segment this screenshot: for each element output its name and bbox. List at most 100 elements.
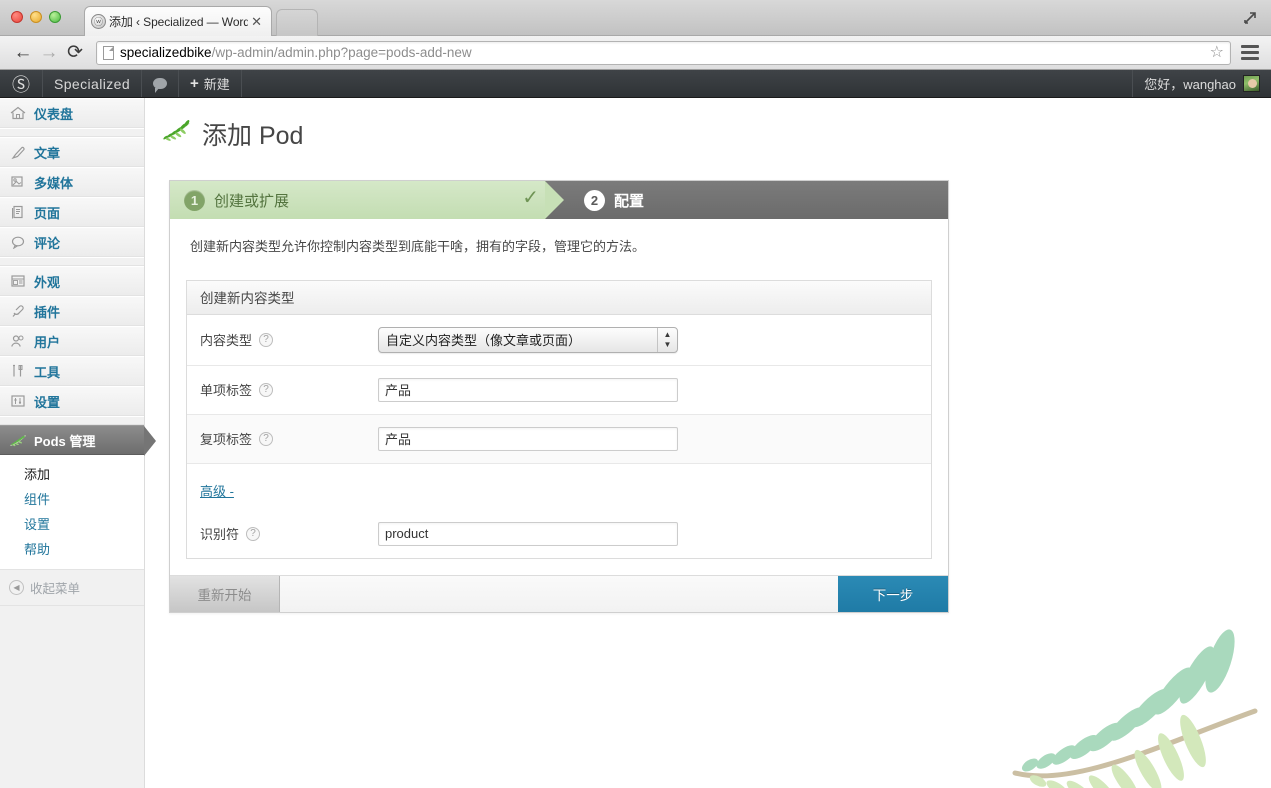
sidebar-divider (0, 257, 144, 266)
collapse-menu-label: 收起菜单 (30, 582, 81, 596)
sidebar-item-comments[interactable]: 评论 (0, 227, 144, 257)
sidebar-item-appearance[interactable]: 外观 (0, 266, 144, 296)
adminbar-comments[interactable] (142, 70, 179, 97)
restart-button[interactable]: 重新开始 (170, 575, 280, 612)
adminbar-new-label: 新建 (203, 77, 230, 92)
adminbar-site-name[interactable]: Specialized (43, 70, 142, 97)
plugins-icon (8, 302, 28, 320)
wizard-step-2[interactable]: 2 配置 (545, 181, 948, 219)
next-button[interactable]: 下一步 (838, 575, 948, 612)
main-content: 添加 Pod 1 创建或扩展 ✓ 2 配置 创建新内容类型允许你控制内容类型到底… (145, 98, 1271, 788)
new-tab-button[interactable] (276, 9, 318, 36)
footer-spacer (280, 576, 838, 612)
pods-leaf-icon (161, 119, 191, 149)
browser-tab[interactable]: ⓦ 添加 ‹ Specialized — WordP ✕ (84, 6, 272, 36)
browser-tabstrip: ⓦ 添加 ‹ Specialized — WordP ✕ (0, 0, 1271, 36)
comment-bubble-icon (153, 78, 167, 93)
forward-icon[interactable]: → (36, 40, 62, 66)
sidebar-item-label: 多媒体 (34, 175, 74, 191)
fullscreen-icon[interactable] (1241, 9, 1259, 27)
sidebar-subitem-components[interactable]: 组件 (0, 486, 144, 511)
page-title-text: 添加 Pod (202, 122, 304, 150)
sidebar-item-media[interactable]: 多媒体 (0, 167, 144, 197)
browser-menu-icon[interactable] (1239, 45, 1261, 60)
wordpress-logo-icon[interactable]: Ⓢ (0, 70, 43, 97)
browser-toolbar: ← → ⟳ specializedbike /wp-admin/admin.ph… (0, 36, 1271, 70)
wordpress-favicon: ⓦ (91, 14, 106, 29)
sidebar-item-dashboard[interactable]: 仪表盘 (0, 98, 144, 128)
url-host: specializedbike (120, 45, 212, 60)
maximize-window-button[interactable] (49, 11, 61, 23)
sidebar-divider (0, 128, 144, 137)
close-window-button[interactable] (11, 11, 23, 23)
page-title: 添加 Pod (161, 112, 1271, 160)
sidebar-item-label: 设置 (34, 394, 61, 410)
field-row-singular-label: 单项标签 ? 产品 (187, 366, 931, 415)
sidebar-item-tools[interactable]: 工具 (0, 356, 144, 386)
step-number: 2 (584, 189, 605, 211)
bookmark-star-icon[interactable]: ☆ (1210, 44, 1224, 61)
field-row-content-type: 内容类型 ? 自定义内容类型（像文章或页面） ▲ ▼ (187, 315, 931, 366)
wp-admin-bar: Ⓢ Specialized + 新建 您好，wanghao (0, 70, 1271, 98)
pages-icon (8, 203, 28, 221)
posts-icon (8, 143, 28, 161)
comments-icon (8, 233, 28, 251)
users-icon (8, 332, 28, 350)
sidebar-item-plugins[interactable]: 插件 (0, 296, 144, 326)
avatar (1243, 75, 1260, 92)
help-icon[interactable]: ? (259, 431, 274, 446)
collapse-menu-button[interactable]: ◀ 收起菜单 (0, 570, 144, 606)
sidebar-item-settings[interactable]: 设置 (0, 386, 144, 416)
sidebar-subitem-settings[interactable]: 设置 (0, 511, 144, 536)
sidebar-item-pods[interactable]: Pods 管理 (0, 425, 156, 456)
content-type-select[interactable]: 自定义内容类型（像文章或页面） ▲ ▼ (378, 326, 678, 353)
advanced-toggle-link[interactable]: 高级 - (200, 481, 234, 500)
sidebar-item-users[interactable]: 用户 (0, 326, 144, 356)
sidebar-item-label: Pods 管理 (34, 433, 96, 449)
wizard-footer: 重新开始 下一步 (170, 574, 948, 612)
minimize-window-button[interactable] (30, 11, 42, 23)
select-value: 自定义内容类型（像文章或页面） (386, 333, 582, 349)
sidebar-item-label: 用户 (34, 334, 61, 350)
close-icon[interactable]: ✕ (248, 14, 265, 30)
page-wrap: 添加 Pod (145, 98, 1271, 160)
help-icon[interactable]: ? (259, 332, 274, 347)
sidebar-item-pages[interactable]: 页面 (0, 197, 144, 227)
page-info-icon (103, 45, 114, 60)
sidebar-item-label: 外观 (34, 274, 61, 290)
identifier-input[interactable]: product (378, 521, 678, 546)
reload-icon[interactable]: ⟳ (62, 40, 88, 66)
sidebar-subitem-help[interactable]: 帮助 (0, 536, 144, 561)
field-label-text: 识别符 (200, 527, 240, 543)
sidebar-item-label: 工具 (34, 364, 61, 380)
browser-tab-title: 添加 ‹ Specialized — WordP (109, 15, 249, 29)
sidebar-subitem-add[interactable]: 添加 (0, 461, 144, 486)
box-title: 创建新内容类型 (187, 280, 931, 315)
help-icon[interactable]: ? (259, 382, 274, 397)
step-label: 配置 (614, 192, 645, 210)
field-label-text: 复项标签 (200, 432, 253, 448)
adminbar-new-content[interactable]: + 新建 (179, 70, 242, 97)
address-bar[interactable]: specializedbike /wp-admin/admin.php?page… (96, 40, 1231, 65)
help-icon[interactable]: ? (246, 526, 261, 541)
admin-sidebar-menu: 仪表盘 文章 多媒体 页面 评论 外观 插件 用户 工具 设置 Pods 管理 … (0, 98, 156, 788)
singular-label-input[interactable]: 产品 (378, 377, 678, 402)
field-label-plural: 复项标签 ? (200, 429, 378, 448)
appearance-icon (8, 272, 28, 290)
plural-label-input[interactable]: 产品 (378, 426, 678, 451)
create-content-type-box: 创建新内容类型 内容类型 ? 自定义内容类型（像文章或页面） ▲ ▼ 单项标签 … (186, 279, 932, 559)
wizard-step-1[interactable]: 1 创建或扩展 ✓ (170, 181, 564, 219)
sidebar-item-posts[interactable]: 文章 (0, 137, 144, 167)
sidebar-item-label: 文章 (34, 145, 61, 161)
adminbar-greeting: 您好，wanghao (1144, 77, 1236, 92)
field-label-identifier: 识别符 ? (200, 524, 378, 543)
check-icon: ✓ (522, 187, 539, 209)
field-label-text: 内容类型 (200, 333, 253, 349)
adminbar-my-account[interactable]: 您好，wanghao (1132, 70, 1271, 97)
sidebar-item-label: 页面 (34, 205, 61, 221)
back-icon[interactable]: ← (10, 40, 36, 66)
settings-icon (8, 392, 28, 410)
pods-watermark-leaf-icon (1012, 629, 1258, 788)
field-label-singular: 单项标签 ? (200, 380, 378, 399)
sidebar-item-label: 插件 (34, 304, 61, 320)
